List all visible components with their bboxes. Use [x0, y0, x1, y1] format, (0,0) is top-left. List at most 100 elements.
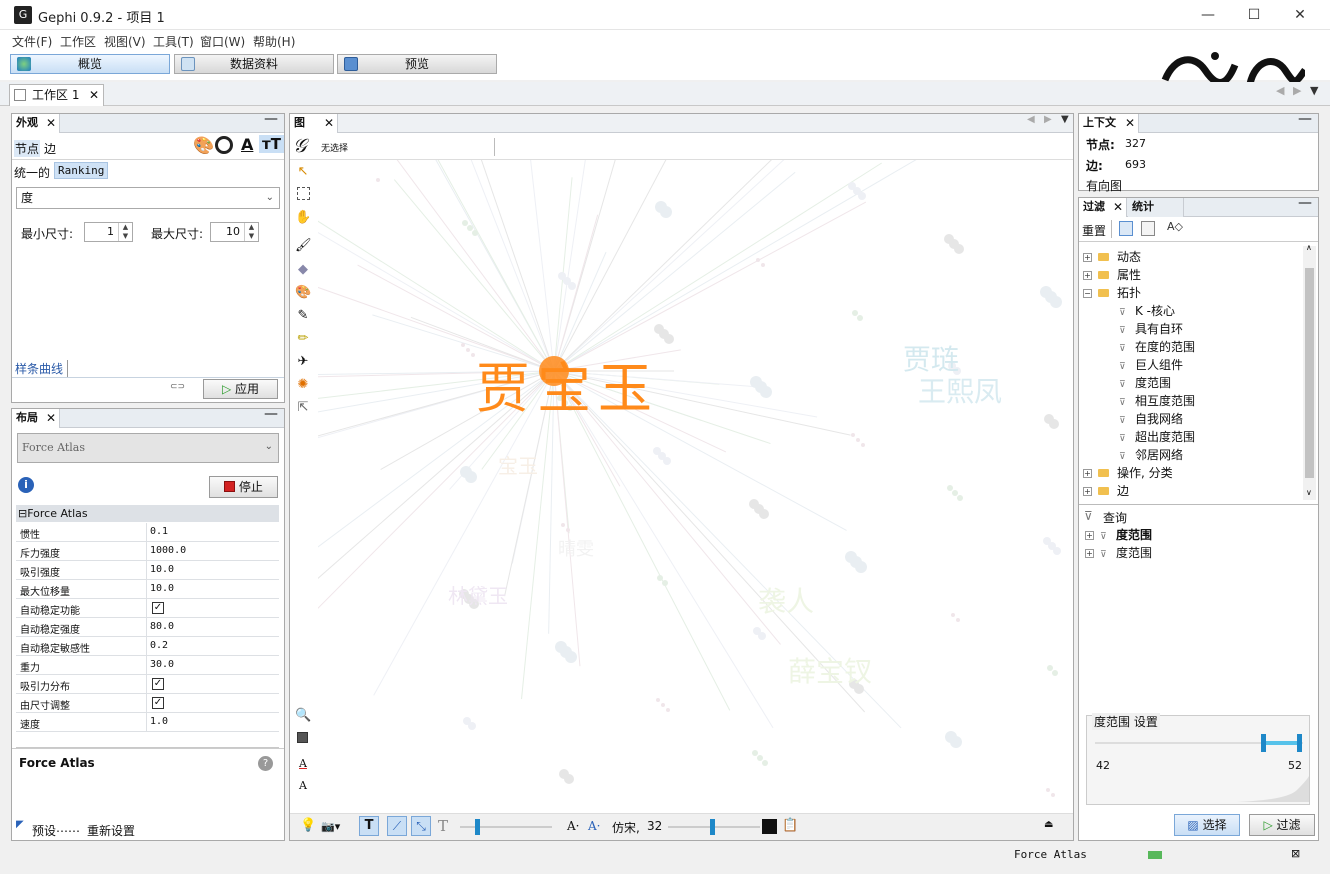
info-icon[interactable]: i [18, 477, 34, 493]
graph-canvas[interactable]: 贾 宝 玉 贾琏 王熙凤 袭人 薛宝钗 林黛玉 晴雯 宝玉 [318, 160, 1072, 813]
minimize-icon[interactable]: — [1185, 0, 1231, 30]
zoom-icon[interactable]: 🔍 [295, 708, 311, 724]
property-value[interactable]: 10.0 [150, 564, 174, 575]
property-row[interactable]: 重力 30.0 [16, 656, 279, 675]
scroll-up-icon[interactable]: ∧ [1306, 243, 1312, 252]
filter-item[interactable]: ⊽ 具有自环 [1119, 320, 1183, 337]
shortest-path-icon[interactable]: ✈ [295, 354, 311, 370]
expand-icon[interactable]: + [1085, 531, 1094, 540]
property-row[interactable]: 吸引强度 10.0 [16, 561, 279, 580]
filter-item[interactable]: ⊽ 邻居网络 [1119, 446, 1183, 463]
scroll-left-icon[interactable]: ◀ [1027, 114, 1035, 125]
diamond-icon[interactable]: ◆ [295, 262, 311, 278]
filters-tab[interactable]: 过滤 ✕ [1079, 198, 1127, 217]
slider-thumb[interactable] [710, 819, 715, 835]
drag-icon[interactable]: ✋ [295, 210, 311, 226]
close-icon[interactable]: ✕ [1277, 0, 1323, 30]
menu-workspace[interactable]: 工作区 [60, 33, 96, 50]
minimize-panel-icon[interactable]: — [1298, 195, 1312, 211]
filter-item[interactable]: ⊽ K -核心 [1119, 302, 1175, 319]
maximize-icon[interactable]: ☐ [1231, 0, 1277, 30]
property-row[interactable]: 最大位移量 10.0 [16, 580, 279, 599]
clipboard-icon[interactable]: 📋 [782, 818, 798, 833]
graph-tab[interactable]: 图 ✕ [290, 114, 338, 133]
font-name[interactable]: 仿宋, [612, 819, 640, 836]
tab-data-laboratory[interactable]: 数据资料 [174, 54, 334, 74]
mode-unique[interactable]: 统一的 [14, 164, 50, 181]
max-size-stepper[interactable]: 10 ▲ ▼ [210, 222, 259, 242]
select-button[interactable]: ▨ 选择 [1174, 814, 1240, 836]
filter-item[interactable]: ⊽ 度范围 [1119, 374, 1171, 391]
heat-map-icon[interactable]: ✺ [295, 377, 311, 393]
menu-tools[interactable]: 工具(T) [153, 33, 194, 50]
filter-category[interactable]: − 拓扑 [1083, 284, 1141, 301]
minimize-panel-icon[interactable]: — [264, 406, 278, 422]
expand-icon[interactable]: + [1083, 271, 1092, 280]
graph-menu-icon[interactable]: ▼ [1061, 114, 1069, 125]
mode-ranking[interactable]: Ranking [54, 162, 109, 179]
close-layout-icon[interactable]: ✕ [46, 409, 56, 427]
slider-thumb[interactable] [475, 819, 480, 835]
pencil-icon[interactable]: ✎ [295, 308, 311, 324]
attribute-combo[interactable]: 度 ⌄ [16, 187, 280, 209]
painter-icon[interactable]: 🖌 [295, 238, 312, 254]
label-size-icon[interactable]: тT [259, 135, 284, 153]
property-value[interactable]: 80.0 [150, 621, 174, 632]
scroll-left-icon[interactable]: ◀ [1276, 84, 1284, 97]
palette-icon[interactable]: 🎨 [193, 136, 214, 156]
edit-icon[interactable]: ⇱ [295, 400, 311, 416]
range-min-thumb[interactable] [1261, 734, 1266, 752]
font-decrease-icon[interactable]: A· [567, 819, 579, 833]
font-color-icon[interactable]: A· [588, 819, 600, 833]
property-value[interactable]: 1.0 [150, 716, 168, 727]
label-size-mode-icon[interactable]: T [438, 817, 448, 835]
auto-refresh-icon[interactable]: A◇ [1167, 220, 1183, 233]
menu-window[interactable]: 窗口(W) [200, 33, 245, 50]
scroll-right-icon[interactable]: ▶ [1044, 114, 1052, 125]
context-tab[interactable]: 上下文 ✕ [1079, 114, 1139, 133]
close-appearance-icon[interactable]: ✕ [46, 114, 56, 132]
color-picker-icon[interactable]: 🎨 [295, 285, 311, 301]
collapse-icon[interactable]: − [1083, 289, 1092, 298]
collapse-icon[interactable]: ⊟ [18, 507, 27, 520]
filter-item[interactable]: ⊽ 在度的范围 [1119, 338, 1195, 355]
minimize-panel-icon[interactable]: — [1298, 111, 1312, 127]
expand-icon[interactable]: + [1083, 253, 1092, 262]
subtab-nodes[interactable]: 节点 [14, 140, 41, 157]
property-row[interactable]: 吸引力分布 ✓ [16, 675, 279, 694]
apply-button[interactable]: ▷ 应用 [203, 379, 278, 399]
stop-button[interactable]: 停止 [209, 476, 278, 498]
background-color-icon[interactable] [297, 732, 308, 743]
tab-preview[interactable]: 预览 [337, 54, 497, 74]
filter-category[interactable]: + 操作, 分类 [1083, 464, 1173, 481]
property-value[interactable]: 0.2 [150, 640, 168, 651]
edge-color-icon[interactable]: ⤡ [411, 816, 431, 836]
workspace-menu-icon[interactable]: ▼ [1310, 84, 1318, 97]
filter-item[interactable]: ⊽ 巨人组件 [1119, 356, 1183, 373]
subtab-edges[interactable]: 边 [44, 140, 56, 157]
label-color-icon[interactable]: A [241, 135, 253, 154]
scrollbar-thumb[interactable] [1305, 268, 1314, 478]
size-icon[interactable] [215, 136, 233, 154]
property-row[interactable]: 自动稳定强度 80.0 [16, 618, 279, 637]
property-value[interactable]: 30.0 [150, 659, 174, 670]
property-checkbox[interactable]: ✓ [152, 602, 164, 614]
expand-icon[interactable]: + [1083, 487, 1092, 496]
screenshot-icon[interactable]: 📷▾ [321, 820, 340, 833]
menu-help[interactable]: 帮助(H) [253, 33, 295, 50]
lightbulb-icon[interactable]: 💡 [300, 818, 316, 833]
expand-icon[interactable]: + [1085, 549, 1094, 558]
property-row[interactable]: 惯性 0.1 [16, 523, 279, 542]
filter-category[interactable]: + 属性 [1083, 266, 1141, 283]
font-icon[interactable]: A [295, 778, 311, 794]
edge-weight-slider[interactable] [460, 826, 552, 828]
tab-overview[interactable]: 概览 [10, 54, 170, 74]
help-icon[interactable]: ? [258, 756, 273, 771]
close-context-icon[interactable]: ✕ [1125, 114, 1135, 132]
show-labels-icon[interactable]: T [359, 816, 379, 836]
close-graph-icon[interactable]: ✕ [324, 114, 334, 132]
stepper-arrows-icon[interactable]: ▲ ▼ [118, 223, 132, 241]
scroll-down-icon[interactable]: ∨ [1306, 488, 1312, 497]
rectangle-select-icon[interactable] [297, 187, 310, 200]
collapse-toolbar-icon[interactable]: ⏏ [1044, 819, 1053, 830]
